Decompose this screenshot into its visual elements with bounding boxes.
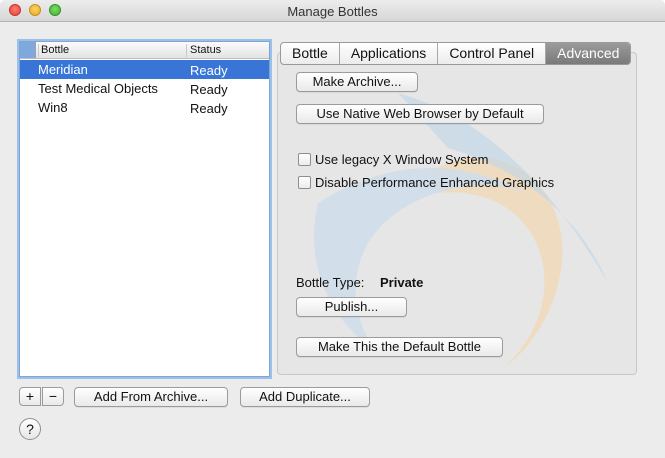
bottle-status: Ready — [190, 63, 228, 78]
publish-button[interactable]: Publish... — [296, 297, 407, 317]
bottle-name: Test Medical Objects — [38, 81, 158, 96]
disable-performance-checkbox[interactable] — [298, 176, 311, 189]
bottle-row-test-medical-objects[interactable]: Test Medical Objects Ready — [20, 79, 269, 98]
window-title: Manage Bottles — [287, 4, 378, 19]
column-header-status[interactable]: Status — [186, 44, 221, 57]
bottle-row-win8[interactable]: Win8 Ready — [20, 98, 269, 117]
column-header-bottle[interactable]: Bottle — [38, 44, 186, 57]
bottle-list[interactable]: Bottle Status Meridian Ready Test Medica… — [19, 41, 270, 377]
use-native-browser-button[interactable]: Use Native Web Browser by Default — [296, 104, 544, 124]
bottle-name: Meridian — [38, 62, 88, 77]
add-from-archive-button[interactable]: Add From Archive... — [74, 387, 228, 407]
list-header: Bottle Status — [20, 42, 269, 59]
bottle-row-meridian[interactable]: Meridian Ready — [20, 60, 269, 79]
select-column-header[interactable] — [20, 42, 36, 58]
bottle-type-value: Private — [380, 275, 424, 290]
title-bar: Manage Bottles — [0, 0, 665, 22]
tab-applications[interactable]: Applications — [340, 43, 439, 64]
make-default-bottle-button[interactable]: Make This the Default Bottle — [296, 337, 503, 357]
remove-bottle-button[interactable]: − — [42, 387, 64, 406]
bottle-type-label: Bottle Type: — [296, 275, 365, 290]
make-archive-button[interactable]: Make Archive... — [296, 72, 418, 92]
legacy-x-window-checkbox[interactable] — [298, 153, 311, 166]
tab-bar: Bottle Applications Control Panel Advanc… — [280, 42, 632, 65]
tab-control-panel[interactable]: Control Panel — [438, 43, 547, 64]
help-button[interactable]: ? — [19, 418, 41, 440]
bottle-name: Win8 — [38, 100, 68, 115]
bottle-status: Ready — [190, 101, 228, 116]
legacy-x-window-label[interactable]: Use legacy X Window System — [315, 152, 488, 167]
crossover-logo-watermark-icon — [314, 93, 608, 368]
disable-performance-label[interactable]: Disable Performance Enhanced Graphics — [315, 175, 554, 190]
tab-advanced[interactable]: Advanced — [546, 43, 631, 64]
add-bottle-button[interactable]: + — [19, 387, 41, 406]
advanced-tab-panel — [277, 52, 637, 375]
tab-bottle[interactable]: Bottle — [281, 43, 340, 64]
bottle-status: Ready — [190, 82, 228, 97]
manage-bottles-window: Manage Bottles Bottle Status Meridian Re… — [0, 0, 665, 458]
add-duplicate-button[interactable]: Add Duplicate... — [240, 387, 370, 407]
